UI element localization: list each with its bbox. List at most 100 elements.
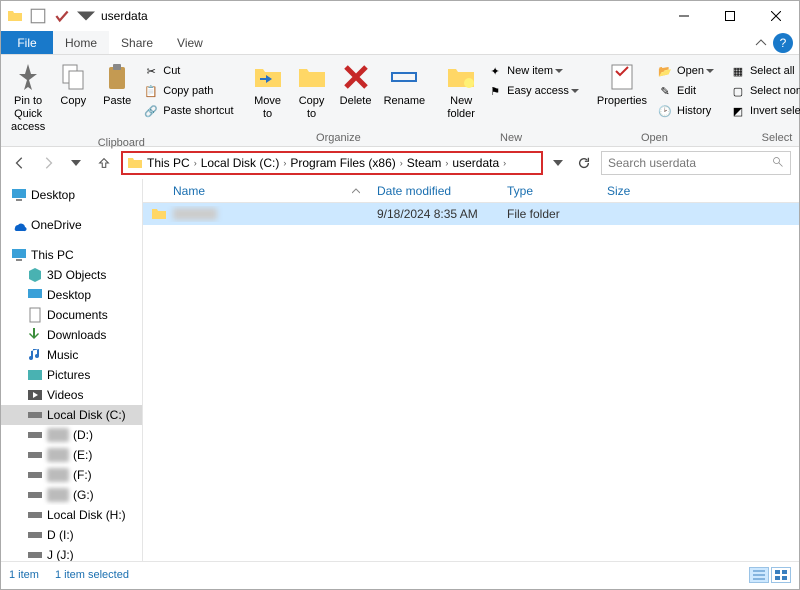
tree-desktop[interactable]: Desktop xyxy=(1,285,142,305)
group-label: New xyxy=(500,130,522,146)
chevron-right-icon: › xyxy=(503,158,506,168)
copy-to-button[interactable]: Copy to xyxy=(290,57,334,121)
new-item-button[interactable]: ✦New item xyxy=(483,61,583,81)
breadcrumb-item[interactable]: Program Files (x86) xyxy=(290,156,395,170)
tab-home[interactable]: Home xyxy=(53,31,109,54)
help-button[interactable]: ? xyxy=(773,33,793,53)
paste-button[interactable]: Paste xyxy=(95,57,139,108)
column-name[interactable]: Name xyxy=(143,184,369,198)
easy-access-button[interactable]: ⚑Easy access xyxy=(483,81,583,101)
tree-drive-i[interactable]: D (I:) xyxy=(1,525,142,545)
rename-button[interactable]: Rename xyxy=(378,57,432,108)
move-to-button[interactable]: Move to xyxy=(246,57,290,121)
folder-icon xyxy=(151,206,167,222)
easy-access-icon: ⚑ xyxy=(487,83,503,99)
tree-onedrive[interactable]: OneDrive xyxy=(1,215,142,235)
edit-button[interactable]: ✎Edit xyxy=(653,81,718,101)
drive-icon xyxy=(27,447,43,463)
downloads-icon xyxy=(27,327,43,343)
invert-selection-button[interactable]: ◩Invert selection xyxy=(726,101,800,121)
edit-icon: ✎ xyxy=(657,83,673,99)
cut-button[interactable]: ✂Cut xyxy=(139,61,237,81)
navigation-tree[interactable]: Desktop OneDrive This PC 3D Objects Desk… xyxy=(1,179,143,561)
properties-icon xyxy=(606,61,638,93)
history-button[interactable]: 🕑History xyxy=(653,101,718,121)
tree-3d-objects[interactable]: 3D Objects xyxy=(1,265,142,285)
folder-icon xyxy=(127,155,143,171)
chevron-down-icon xyxy=(571,87,579,95)
search-icon xyxy=(772,156,784,171)
tree-drive-j[interactable]: J (J:) xyxy=(1,545,142,561)
column-date[interactable]: Date modified xyxy=(369,184,499,198)
tree-drive-e[interactable]: xxx(E:) xyxy=(1,445,142,465)
new-item-icon: ✦ xyxy=(487,63,503,79)
history-icon: 🕑 xyxy=(657,103,673,119)
tree-music[interactable]: Music xyxy=(1,345,142,365)
delete-button[interactable]: Delete xyxy=(334,57,378,108)
file-row[interactable]: 9/18/2024 8:35 AM File folder xyxy=(143,203,799,225)
pin-to-quick-access-button[interactable]: Pin to Quick access xyxy=(5,57,51,135)
column-size[interactable]: Size xyxy=(599,184,669,198)
refresh-button[interactable] xyxy=(573,152,595,174)
tree-drive-f[interactable]: xxx(F:) xyxy=(1,465,142,485)
maximize-button[interactable] xyxy=(707,1,753,31)
folder-icon xyxy=(7,8,23,24)
select-all-icon: ▦ xyxy=(730,63,746,79)
breadcrumb-item[interactable]: Local Disk (C:) xyxy=(201,156,280,170)
pictures-icon xyxy=(27,367,43,383)
minimize-button[interactable] xyxy=(661,1,707,31)
breadcrumb-item[interactable]: userdata xyxy=(452,156,499,170)
copy-path-button[interactable]: 📋Copy path xyxy=(139,81,237,101)
tree-drive-g[interactable]: xxx(G:) xyxy=(1,485,142,505)
details-view-button[interactable] xyxy=(749,567,769,583)
breadcrumb-item[interactable]: Steam xyxy=(407,156,442,170)
move-icon xyxy=(252,61,284,93)
chevron-right-icon: › xyxy=(445,158,448,168)
tree-drive-d[interactable]: xxx(D:) xyxy=(1,425,142,445)
status-item-count: 1 item xyxy=(9,569,39,581)
tree-pictures[interactable]: Pictures xyxy=(1,365,142,385)
tree-documents[interactable]: Documents xyxy=(1,305,142,325)
new-folder-button[interactable]: New folder xyxy=(439,57,483,121)
documents-icon xyxy=(27,307,43,323)
search-input[interactable]: Search userdata xyxy=(601,151,791,175)
open-button[interactable]: 📂Open xyxy=(653,61,718,81)
up-button[interactable] xyxy=(93,152,115,174)
column-type[interactable]: Type xyxy=(499,184,599,198)
scissors-icon: ✂ xyxy=(143,63,159,79)
icons-view-button[interactable] xyxy=(771,567,791,583)
music-icon xyxy=(27,347,43,363)
select-none-button[interactable]: ▢Select none xyxy=(726,81,800,101)
blurred-name xyxy=(173,208,217,220)
qat-button[interactable] xyxy=(29,7,47,25)
tree-downloads[interactable]: Downloads xyxy=(1,325,142,345)
address-dropdown[interactable] xyxy=(549,152,567,174)
chevron-right-icon: › xyxy=(194,158,197,168)
qat-button[interactable] xyxy=(53,7,71,25)
cell-date: 9/18/2024 8:35 AM xyxy=(369,207,499,221)
tree-videos[interactable]: Videos xyxy=(1,385,142,405)
tree-drive-h[interactable]: Local Disk (H:) xyxy=(1,505,142,525)
paste-shortcut-button[interactable]: 🔗Paste shortcut xyxy=(139,101,237,121)
recent-locations-button[interactable] xyxy=(65,152,87,174)
tree-this-pc[interactable]: This PC xyxy=(1,245,142,265)
qat-dropdown[interactable] xyxy=(77,7,95,25)
properties-button[interactable]: Properties xyxy=(591,57,653,108)
tree-desktop[interactable]: Desktop xyxy=(1,185,142,205)
copy-button[interactable]: Copy xyxy=(51,57,95,108)
drive-icon xyxy=(27,507,43,523)
drive-icon xyxy=(27,487,43,503)
file-menu[interactable]: File xyxy=(1,31,53,54)
close-button[interactable] xyxy=(753,1,799,31)
tab-share[interactable]: Share xyxy=(109,31,165,54)
chevron-up-icon[interactable] xyxy=(755,37,767,49)
pc-icon xyxy=(11,247,27,263)
breadcrumb-item[interactable]: This PC xyxy=(147,156,190,170)
select-all-button[interactable]: ▦Select all xyxy=(726,61,800,81)
forward-button[interactable] xyxy=(37,152,59,174)
tab-view[interactable]: View xyxy=(165,31,215,54)
chevron-down-icon xyxy=(555,67,563,75)
back-button[interactable] xyxy=(9,152,31,174)
tree-local-disk-c[interactable]: Local Disk (C:) xyxy=(1,405,142,425)
address-bar[interactable]: This PC › Local Disk (C:) › Program Files … xyxy=(121,151,543,175)
